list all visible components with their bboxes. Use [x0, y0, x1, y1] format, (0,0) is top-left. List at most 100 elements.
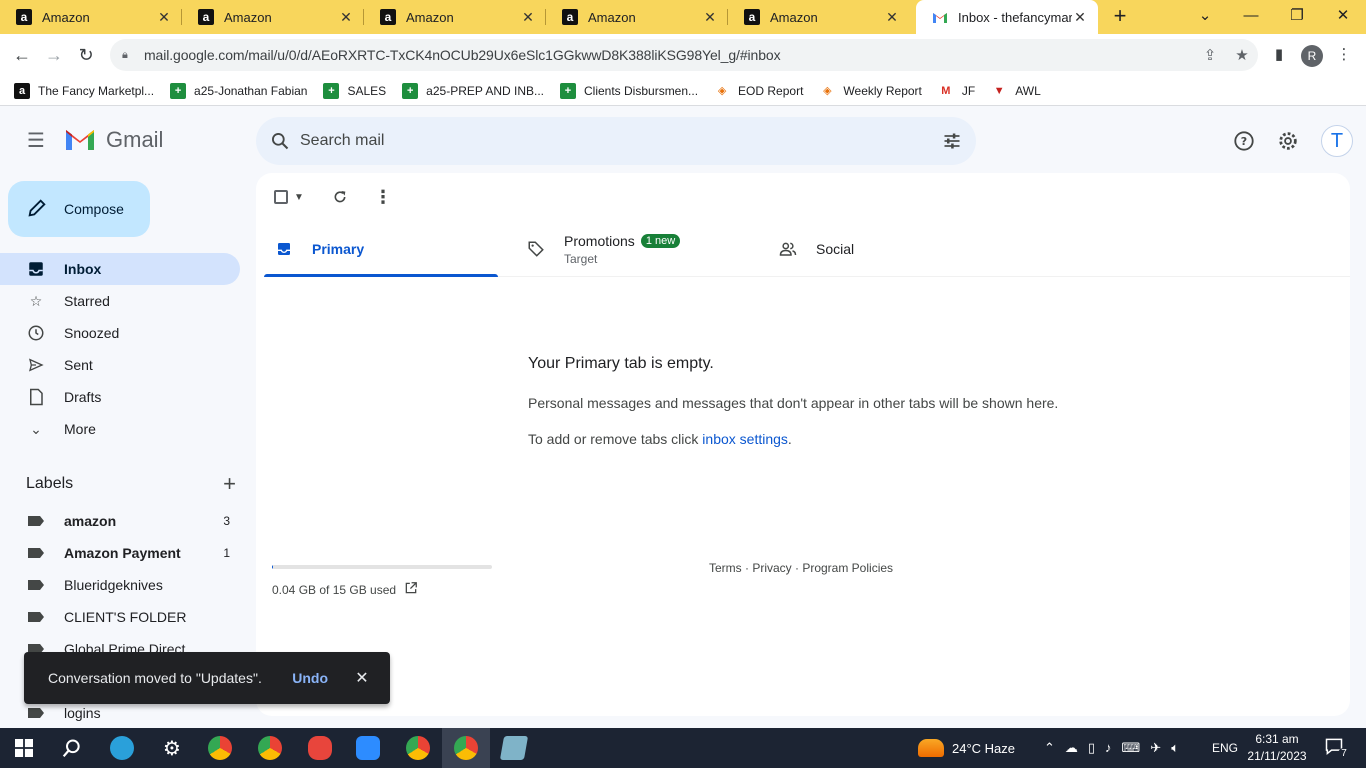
tab-primary[interactable]: Primary [264, 221, 498, 277]
footer-links[interactable]: Terms · Privacy · Program Policies [709, 561, 893, 575]
tab-social[interactable]: Social [768, 221, 1002, 277]
browser-tab[interactable]: a Amazon ✕ [0, 0, 182, 34]
main-menu-icon[interactable]: ☰ [24, 129, 48, 153]
address-bar[interactable]: 🔒︎ mail.google.com/mail/u/0/d/AEoRXRTC-T… [110, 39, 1258, 71]
app-icon[interactable] [490, 728, 538, 768]
zoom-icon[interactable] [344, 728, 392, 768]
browser-tab-active[interactable]: Inbox - thefancymark ✕ [916, 0, 1098, 34]
clock[interactable]: 6:31 am 21/11/2023 [1246, 731, 1308, 765]
search-bar[interactable] [256, 117, 976, 165]
browser-tab[interactable]: a Amazon ✕ [364, 0, 546, 34]
settings-gear-icon[interactable] [1276, 129, 1300, 153]
sheets-icon: + [402, 82, 419, 99]
sidebar-item-starred[interactable]: ☆ Starred [0, 285, 240, 317]
bookmark-item[interactable]: + a25-PREP AND INB... [402, 82, 544, 99]
sidebar-item-sent[interactable]: Sent [0, 349, 240, 381]
tab-title: Amazon [588, 9, 636, 25]
label-item[interactable]: amazon 3 [0, 505, 240, 537]
chrome-icon[interactable] [246, 728, 294, 768]
amazon-icon: a [380, 9, 396, 25]
share-icon[interactable]: ⇪ [1194, 46, 1226, 64]
url-text[interactable]: mail.google.com/mail/u/0/d/AEoRXRTC-TxCK… [144, 47, 1194, 63]
label-item[interactable]: Blueridgeknives [0, 569, 240, 601]
close-tab-icon[interactable]: ✕ [702, 9, 718, 26]
snipping-tool-icon[interactable] [296, 728, 344, 768]
add-label-icon[interactable]: + [223, 471, 236, 497]
bookmark-item[interactable]: + Clients Disbursmen... [560, 82, 698, 99]
weather-widget[interactable]: 24°C Haze [918, 728, 1015, 768]
search-input[interactable] [300, 132, 928, 150]
close-tab-icon[interactable]: ✕ [156, 9, 172, 26]
chrome-icon[interactable] [394, 728, 442, 768]
browser-tab[interactable]: a Amazon ✕ [182, 0, 364, 34]
bookmark-item[interactable]: ◈ EOD Report [714, 83, 804, 99]
bookmark-item[interactable]: a The Fancy Marketpl... [14, 82, 154, 99]
sidebar-item-inbox[interactable]: Inbox [0, 253, 240, 285]
sidebar-item-more[interactable]: ⌄ More [0, 413, 240, 445]
search-icon[interactable] [268, 129, 292, 153]
tab-search-icon[interactable]: ⌄ [1182, 0, 1228, 34]
undo-button[interactable]: Undo [292, 670, 328, 686]
browser-tab-strip: a Amazon ✕ a Amazon ✕ a Amazon ✕ a Amazo… [0, 0, 1366, 34]
system-tray-icons[interactable]: ⌃☁▯♪⌨✈🔈︎ [1044, 728, 1189, 768]
restore-button[interactable]: ❐ [1274, 0, 1320, 34]
refresh-icon[interactable] [332, 187, 348, 207]
profile-avatar[interactable]: R [1301, 45, 1323, 67]
pencil-icon [26, 197, 50, 222]
bookmark-item[interactable]: ▼ AWL [991, 83, 1041, 99]
label-item[interactable]: CLIENT'S FOLDER [0, 601, 240, 633]
bookmark-item[interactable]: M JF [938, 83, 975, 99]
gmail-icon [932, 9, 948, 25]
external-link-icon[interactable] [404, 581, 418, 598]
minimize-button[interactable]: — [1228, 0, 1274, 34]
more-actions-icon[interactable]: ⋮ [374, 187, 392, 207]
chrome-icon[interactable] [442, 728, 490, 768]
reload-icon[interactable]: ↻ [73, 42, 99, 68]
close-tab-icon[interactable]: ✕ [338, 9, 354, 26]
help-icon[interactable]: ? [1232, 129, 1256, 153]
inbox-icon [274, 241, 294, 257]
forward-icon[interactable]: → [41, 42, 67, 68]
browser-tab[interactable]: a Amazon ✕ [728, 0, 910, 34]
label-item[interactable]: Amazon Payment 1 [0, 537, 240, 569]
browser-tab[interactable]: a Amazon ✕ [546, 0, 728, 34]
compose-button[interactable]: Compose [8, 181, 150, 237]
tab-promotions[interactable]: Promotions 1 new Target [516, 221, 750, 277]
back-icon[interactable]: ← [9, 42, 35, 68]
bookmark-item[interactable]: ◈ Weekly Report [819, 83, 922, 99]
tab-title: Amazon [406, 9, 454, 25]
bookmark-star-icon[interactable]: ★ [1226, 46, 1258, 64]
gmail-logo[interactable]: Gmail [64, 127, 163, 153]
caret-down-icon[interactable]: ▼ [294, 192, 304, 203]
side-panel-icon[interactable]: ▮ [1267, 43, 1291, 67]
bookmark-item[interactable]: + a25-Jonathan Fabian [170, 82, 307, 99]
language-indicator[interactable]: ENG [1212, 728, 1238, 768]
sidebar-item-snoozed[interactable]: Snoozed [0, 317, 240, 349]
notifications-icon[interactable]: 7 [1324, 736, 1350, 760]
inbox-settings-link[interactable]: inbox settings [702, 431, 788, 447]
chrome-icon[interactable] [196, 728, 244, 768]
telegram-icon[interactable] [98, 728, 146, 768]
close-tab-icon[interactable]: ✕ [884, 9, 900, 26]
account-avatar[interactable]: T [1321, 125, 1353, 157]
close-window-button[interactable]: ✕ [1320, 0, 1366, 34]
tab-label: Social [816, 241, 855, 257]
select-all-checkbox[interactable]: ▼ [274, 187, 304, 207]
settings-gear-icon[interactable]: ⚙ [148, 728, 196, 768]
close-icon[interactable]: ✕ [354, 668, 370, 688]
close-tab-icon[interactable]: ✕ [1072, 9, 1088, 26]
bookmark-item[interactable]: + SALES [323, 82, 386, 99]
sidebar-item-drafts[interactable]: Drafts [0, 381, 240, 413]
tab-title: Amazon [770, 9, 818, 25]
menu-kebab-icon[interactable]: ⋮ [1332, 43, 1356, 67]
labels-heading: Labels [26, 475, 74, 492]
storage-meter: 0.04 GB of 15 GB used [272, 565, 492, 598]
storage-text: 0.04 GB of 15 GB used [272, 582, 397, 597]
amazon-icon: a [744, 9, 760, 25]
windows-start-icon[interactable] [0, 728, 48, 768]
close-tab-icon[interactable]: ✕ [520, 9, 536, 26]
search-options-icon[interactable] [928, 131, 976, 151]
checkbox-icon[interactable] [274, 190, 288, 204]
new-tab-button[interactable]: + [1108, 4, 1132, 28]
search-icon[interactable] [48, 728, 96, 768]
